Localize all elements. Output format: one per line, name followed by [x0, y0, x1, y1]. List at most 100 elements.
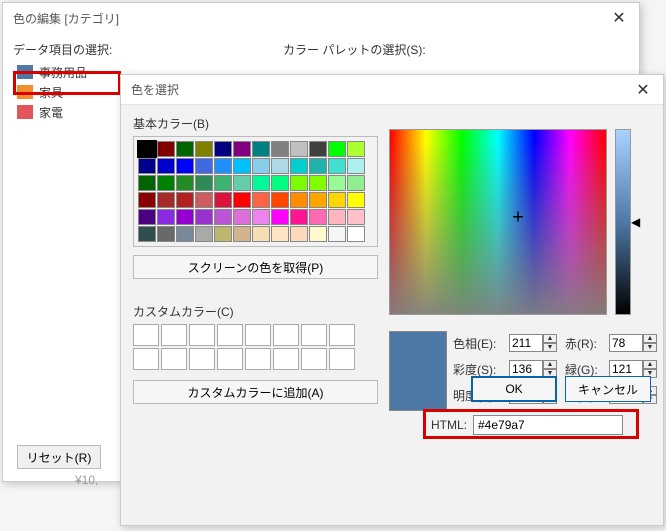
basic-color-swatch[interactable] [328, 141, 346, 157]
basic-color-swatch[interactable] [138, 226, 156, 242]
basic-color-swatch[interactable] [157, 209, 175, 225]
basic-color-swatch[interactable] [138, 158, 156, 174]
basic-color-swatch[interactable] [252, 209, 270, 225]
basic-color-swatch[interactable] [290, 141, 308, 157]
basic-color-swatch[interactable] [309, 175, 327, 191]
basic-color-swatch[interactable] [176, 158, 194, 174]
basic-color-swatch[interactable] [233, 175, 251, 191]
basic-color-swatch[interactable] [195, 192, 213, 208]
spin-up-icon[interactable]: ▲ [543, 334, 557, 343]
spin-down-icon[interactable]: ▼ [543, 343, 557, 352]
basic-color-swatch[interactable] [309, 226, 327, 242]
basic-color-swatch[interactable] [328, 209, 346, 225]
basic-color-swatch[interactable] [233, 158, 251, 174]
basic-color-swatch[interactable] [271, 158, 289, 174]
basic-color-swatch[interactable] [347, 175, 365, 191]
basic-color-swatch[interactable] [195, 209, 213, 225]
basic-color-swatch[interactable] [290, 158, 308, 174]
basic-color-swatch[interactable] [328, 192, 346, 208]
basic-color-swatch[interactable] [309, 209, 327, 225]
basic-color-swatch[interactable] [328, 226, 346, 242]
custom-color-slot[interactable] [217, 324, 243, 346]
basic-color-swatch[interactable] [138, 141, 156, 157]
basic-color-swatch[interactable] [290, 192, 308, 208]
basic-color-swatch[interactable] [138, 209, 156, 225]
reset-button[interactable]: リセット(R) [17, 445, 101, 469]
basic-color-swatch[interactable] [309, 192, 327, 208]
basic-color-swatch[interactable] [271, 175, 289, 191]
basic-color-swatch[interactable] [271, 209, 289, 225]
basic-color-swatch[interactable] [214, 175, 232, 191]
basic-color-swatch[interactable] [233, 192, 251, 208]
basic-color-swatch[interactable] [252, 158, 270, 174]
spin-up-icon[interactable]: ▲ [643, 360, 657, 369]
basic-color-swatch[interactable] [138, 175, 156, 191]
close-icon[interactable]: ✕ [599, 3, 639, 33]
custom-color-slot[interactable] [245, 324, 271, 346]
basic-color-swatch[interactable] [328, 158, 346, 174]
basic-color-swatch[interactable] [138, 192, 156, 208]
hue-input[interactable] [509, 334, 543, 352]
basic-color-swatch[interactable] [271, 141, 289, 157]
basic-color-swatch[interactable] [195, 158, 213, 174]
custom-color-slot[interactable] [133, 324, 159, 346]
basic-color-swatch[interactable] [214, 192, 232, 208]
value-slider[interactable] [615, 129, 631, 315]
custom-color-slot[interactable] [301, 324, 327, 346]
basic-color-swatch[interactable] [233, 226, 251, 242]
basic-color-swatch[interactable] [252, 141, 270, 157]
basic-color-swatch[interactable] [271, 226, 289, 242]
hue-sat-field[interactable]: + [389, 129, 607, 315]
basic-color-swatch[interactable] [252, 192, 270, 208]
custom-color-slot[interactable] [133, 348, 159, 370]
spin-down-icon[interactable]: ▼ [643, 343, 657, 352]
custom-color-slot[interactable] [189, 324, 215, 346]
basic-color-swatch[interactable] [214, 226, 232, 242]
basic-color-swatch[interactable] [347, 226, 365, 242]
basic-color-swatch[interactable] [328, 175, 346, 191]
basic-color-swatch[interactable] [157, 175, 175, 191]
add-custom-color-button[interactable]: カスタムカラーに追加(A) [133, 380, 378, 404]
custom-color-slot[interactable] [329, 348, 355, 370]
custom-color-slot[interactable] [161, 324, 187, 346]
basic-color-swatch[interactable] [157, 158, 175, 174]
spin-up-icon[interactable]: ▲ [543, 360, 557, 369]
basic-color-swatch[interactable] [347, 192, 365, 208]
hue-stepper[interactable]: ▲▼ [509, 334, 557, 352]
custom-color-slot[interactable] [273, 348, 299, 370]
html-color-input[interactable] [473, 415, 623, 435]
custom-color-slot[interactable] [245, 348, 271, 370]
basic-color-swatch[interactable] [195, 226, 213, 242]
basic-color-swatch[interactable] [157, 141, 175, 157]
basic-color-swatch[interactable] [271, 192, 289, 208]
basic-color-swatch[interactable] [176, 175, 194, 191]
custom-color-slot[interactable] [301, 348, 327, 370]
basic-color-swatch[interactable] [290, 175, 308, 191]
spin-up-icon[interactable]: ▲ [643, 334, 657, 343]
basic-color-swatch[interactable] [176, 192, 194, 208]
basic-color-swatch[interactable] [214, 158, 232, 174]
basic-color-swatch[interactable] [252, 175, 270, 191]
custom-color-slot[interactable] [217, 348, 243, 370]
basic-color-swatch[interactable] [176, 141, 194, 157]
basic-color-swatch[interactable] [176, 209, 194, 225]
basic-color-swatch[interactable] [233, 141, 251, 157]
basic-color-swatch[interactable] [309, 141, 327, 157]
cancel-button[interactable]: キャンセル [565, 376, 651, 402]
basic-color-swatch[interactable] [347, 141, 365, 157]
basic-color-swatch[interactable] [252, 226, 270, 242]
ok-button[interactable]: OK [471, 376, 557, 402]
custom-color-slot[interactable] [161, 348, 187, 370]
basic-color-swatch[interactable] [290, 209, 308, 225]
custom-color-slot[interactable] [329, 324, 355, 346]
custom-color-slot[interactable] [189, 348, 215, 370]
basic-color-swatch[interactable] [347, 158, 365, 174]
basic-color-swatch[interactable] [176, 226, 194, 242]
pick-screen-color-button[interactable]: スクリーンの色を取得(P) [133, 255, 378, 279]
basic-color-swatch[interactable] [214, 141, 232, 157]
basic-color-swatch[interactable] [233, 209, 251, 225]
red-input[interactable] [609, 334, 643, 352]
basic-color-swatch[interactable] [290, 226, 308, 242]
basic-color-swatch[interactable] [309, 158, 327, 174]
basic-color-swatch[interactable] [195, 175, 213, 191]
